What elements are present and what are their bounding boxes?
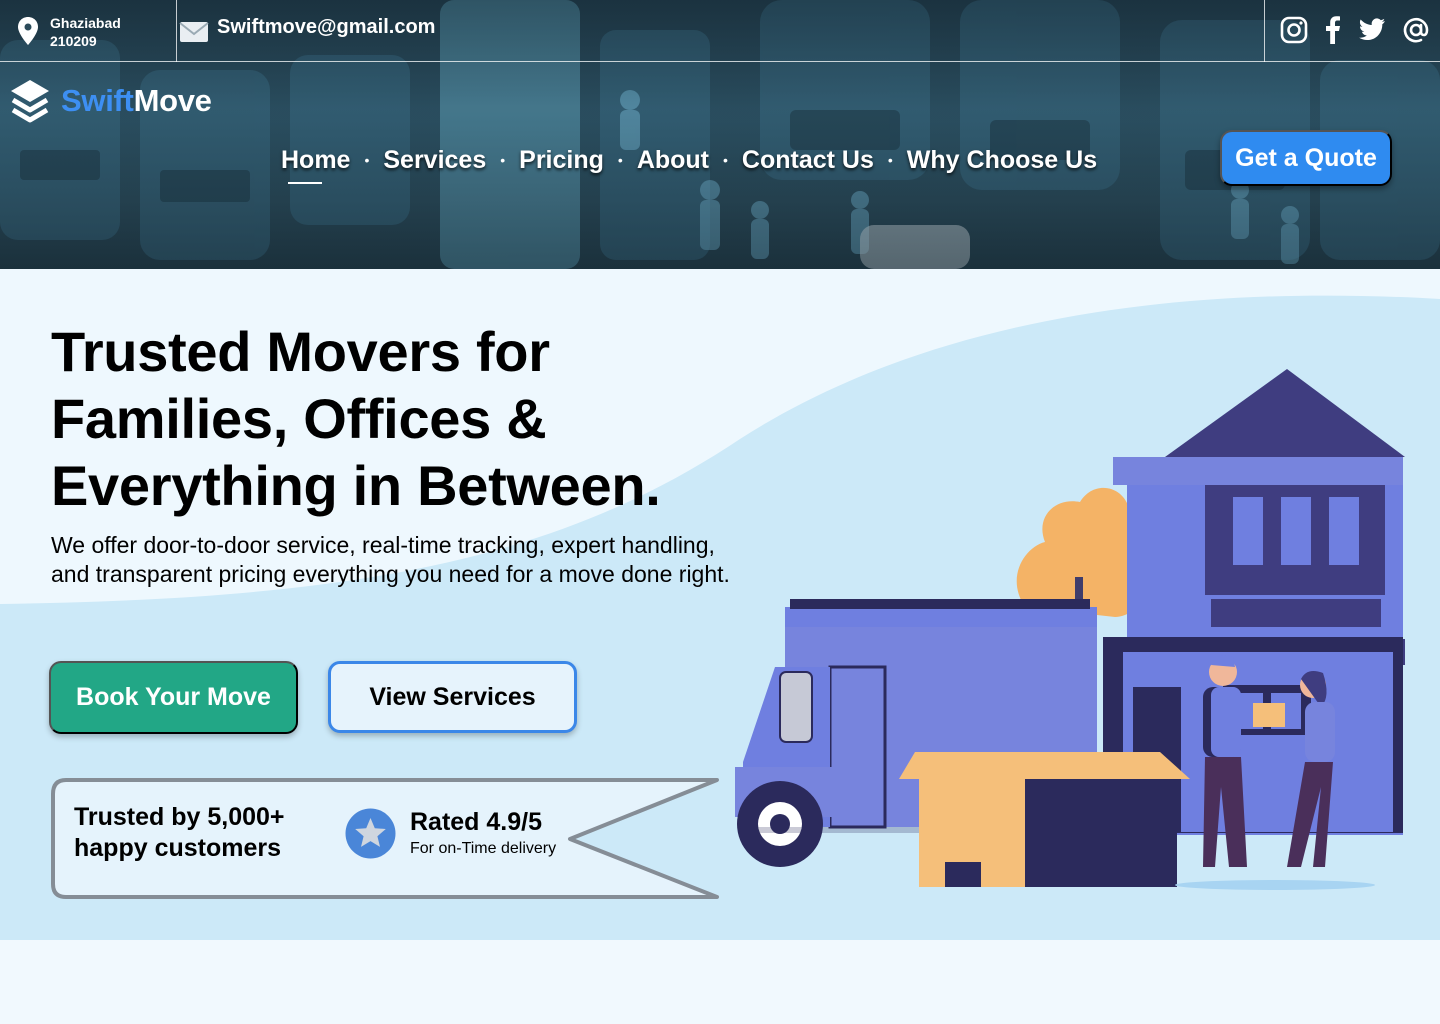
- layers-logo-icon: [11, 80, 49, 123]
- top-info-bar: Ghaziabad 210209 Swiftmove@gmail.com: [0, 0, 1440, 62]
- moving-illustration: [735, 369, 1405, 890]
- nav-separator: •: [617, 152, 623, 168]
- trust-line: Trusted by 5,000+: [74, 803, 285, 831]
- view-services-button[interactable]: View Services: [328, 661, 577, 733]
- nav-home[interactable]: Home: [281, 146, 350, 184]
- nav-contact-us[interactable]: Contact Us: [742, 146, 874, 175]
- hero-section: Trusted Movers for Families, Offices & E…: [0, 269, 1440, 940]
- twitter-icon[interactable]: [1357, 15, 1387, 45]
- hero-title-line: Trusted Movers for: [51, 320, 550, 383]
- facebook-icon[interactable]: [1318, 15, 1348, 45]
- hero-title-line: Everything in Between.: [51, 454, 661, 517]
- nav-separator: •: [723, 152, 728, 168]
- brand-name-part1: Swift: [61, 83, 134, 118]
- get-a-quote-button[interactable]: Get a Quote: [1220, 130, 1392, 186]
- nav-why-choose-us[interactable]: Why Choose Us: [907, 146, 1097, 175]
- rating-subtitle: For on-Time delivery: [410, 840, 557, 857]
- book-your-move-button[interactable]: Book Your Move: [49, 661, 298, 734]
- star-icon: [345, 808, 396, 859]
- brand-name-part2: Move: [133, 83, 212, 118]
- nav-about[interactable]: About: [637, 146, 709, 175]
- nav-services[interactable]: Services: [383, 146, 486, 175]
- brand-logo[interactable]: SwiftMove: [9, 78, 212, 124]
- topbar-divider: [176, 0, 177, 62]
- at-icon[interactable]: [1401, 15, 1431, 45]
- instagram-icon[interactable]: [1279, 15, 1309, 45]
- rating-title: Rated 4.9/5: [410, 808, 543, 836]
- topbar-divider: [1264, 0, 1265, 62]
- main-nav: Home • Services • Pricing • About • Cont…: [281, 143, 1097, 184]
- trust-line: happy customers: [74, 834, 282, 862]
- hero-title-line: Families, Offices &: [51, 387, 547, 450]
- email-link[interactable]: Swiftmove@gmail.com: [217, 16, 435, 39]
- hero-title: Trusted Movers for Families, Offices & E…: [51, 318, 661, 519]
- brand-name: SwiftMove: [61, 83, 212, 119]
- site-header: Ghaziabad 210209 Swiftmove@gmail.com Swi: [0, 0, 1440, 269]
- nav-separator: •: [364, 152, 370, 168]
- location-text: Ghaziabad 210209: [50, 14, 121, 50]
- nav-pricing[interactable]: Pricing: [519, 146, 604, 175]
- location-city: Ghaziabad: [50, 15, 121, 31]
- trust-customers-text: Trusted by 5,000+ happy customers: [74, 802, 285, 864]
- mail-icon: [179, 22, 209, 42]
- nav-separator: •: [887, 152, 893, 168]
- hero-description: We offer door-to-door service, real-time…: [51, 532, 730, 587]
- nav-separator: •: [500, 152, 506, 168]
- location-pin-icon: [18, 17, 38, 45]
- location-postcode: 210209: [50, 33, 97, 49]
